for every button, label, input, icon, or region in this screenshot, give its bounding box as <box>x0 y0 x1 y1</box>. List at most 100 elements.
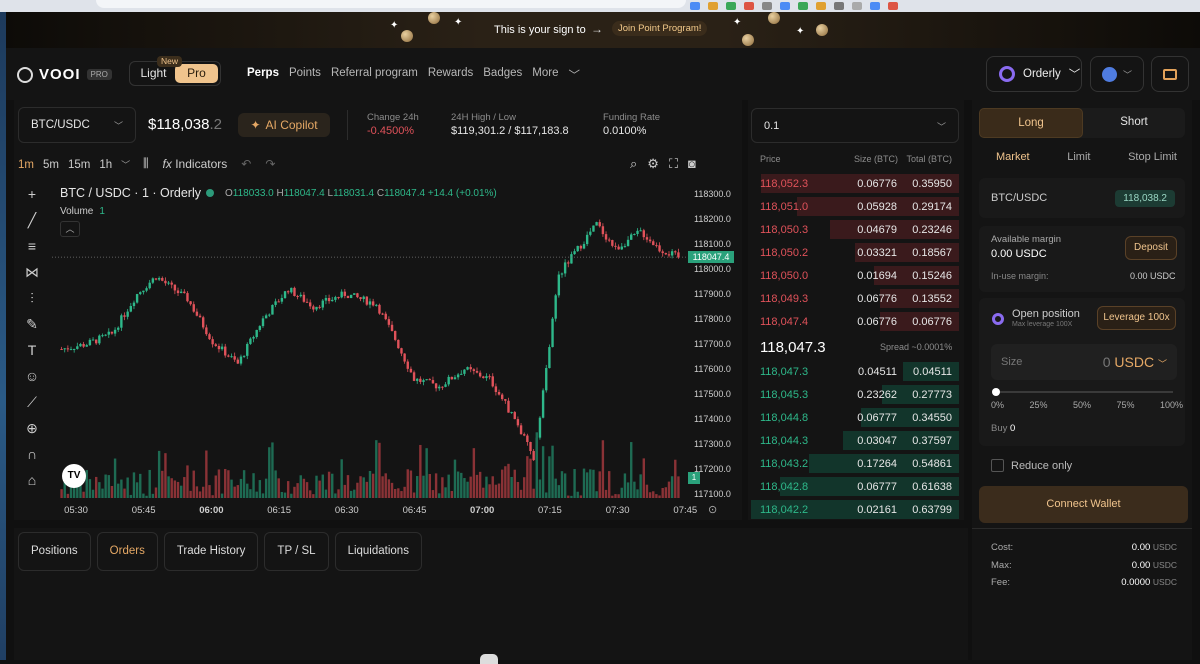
leverage-button[interactable]: Leverage 100x <box>1097 306 1176 330</box>
tab-market[interactable]: Market <box>996 151 1030 163</box>
logo[interactable]: VOOI PRO <box>17 66 112 83</box>
network-selector[interactable]: ﹀ <box>1090 56 1144 92</box>
ask-row[interactable]: 118,050.2 0.03321 0.18567 <box>751 243 959 262</box>
nav-badges[interactable]: Badges <box>483 67 522 83</box>
size-input[interactable]: Size 0 USDC ﹀ <box>991 344 1177 380</box>
tab-orders[interactable]: Orders <box>96 532 158 571</box>
crosshair-icon[interactable]: + <box>23 186 41 203</box>
bid-row[interactable]: 118,042.2 0.02161 0.63799 <box>751 500 959 519</box>
candle-body <box>280 298 284 302</box>
fullscreen-icon[interactable]: ⛶ <box>669 156 678 172</box>
pro-mode-button[interactable]: Pro <box>175 64 218 83</box>
short-tab[interactable]: Short <box>1083 108 1185 138</box>
account-selector[interactable]: Orderly ﹀ <box>986 56 1082 92</box>
size-slider[interactable] <box>995 391 1173 393</box>
chevron-down-icon[interactable]: ﹀ <box>121 158 130 171</box>
candle-body <box>384 313 387 320</box>
indicators-button[interactable]: fx Indicators <box>163 157 228 171</box>
pattern-icon[interactable]: ⋈ <box>23 264 41 281</box>
deposit-button[interactable]: Deposit <box>1125 236 1177 260</box>
redo-icon[interactable]: ↷ <box>265 157 275 171</box>
tradingview-logo[interactable]: TV <box>62 464 86 488</box>
volume-bar <box>645 484 649 498</box>
pair-selector[interactable]: BTC/USDC ﹀ <box>18 107 136 143</box>
ask-row[interactable]: 118,047.4 0.06776 0.06776 <box>751 312 959 331</box>
zoom-in-icon[interactable]: ⊕ <box>23 420 41 437</box>
pct-25[interactable]: 25% <box>1029 400 1047 410</box>
collapse-legend-button[interactable]: ︿ <box>60 221 80 237</box>
bid-row[interactable]: 118,045.3 0.23262 0.27773 <box>751 385 959 404</box>
bid-row[interactable]: 118,042.8 0.06777 0.61638 <box>751 477 959 496</box>
promo-banner[interactable]: ✦ ✦ ✦ ✦ <box>6 12 1200 48</box>
candle-body <box>66 348 70 350</box>
tick-size-select[interactable]: 0.1 ﹀ <box>751 108 959 143</box>
volume-bar <box>648 492 652 498</box>
pct-75[interactable]: 75% <box>1116 400 1134 410</box>
emoji-icon[interactable]: ☺ <box>23 368 41 385</box>
tf-15m[interactable]: 15m <box>68 159 90 171</box>
tab-positions[interactable]: Positions <box>18 532 91 571</box>
bid-row[interactable]: 118,044.3 0.03047 0.37597 <box>751 431 959 450</box>
volume-bar <box>365 481 369 498</box>
bid-row[interactable]: 118,047.3 0.04511 0.04511 <box>751 362 959 381</box>
projection-icon[interactable]: ⫶ <box>23 290 41 307</box>
bid-row[interactable]: 118,044.8 0.06777 0.34550 <box>751 408 959 427</box>
tf-5m[interactable]: 5m <box>43 159 59 171</box>
nav-rewards[interactable]: Rewards <box>428 67 473 83</box>
ask-row[interactable]: 118,050.0 0.01694 0.15246 <box>751 266 959 285</box>
ask-row[interactable]: 118,050.3 0.04679 0.23246 <box>751 220 959 239</box>
tab-limit[interactable]: Limit <box>1067 151 1090 163</box>
connect-wallet-button[interactable]: Connect Wallet <box>979 486 1188 523</box>
ask-row[interactable]: 118,051.0 0.05928 0.29174 <box>751 197 959 216</box>
nav-perps[interactable]: Perps <box>247 67 279 83</box>
ask-total: 0.29174 <box>912 200 952 213</box>
reduce-only[interactable]: Reduce only <box>991 459 1072 472</box>
volume-bar <box>104 474 107 498</box>
search-icon[interactable]: ⌕ <box>630 156 637 172</box>
slider-handle[interactable] <box>992 388 1000 396</box>
brush-icon[interactable]: ✎ <box>23 316 41 333</box>
promo-text: This is your sign to <box>494 24 586 36</box>
ask-size: 0.06776 <box>857 292 897 305</box>
text-icon[interactable]: T <box>23 342 41 359</box>
tab-tp-sl[interactable]: TP / SL <box>264 532 329 571</box>
gear-icon[interactable]: ⚙ <box>647 156 659 172</box>
ruler-icon[interactable]: ⟋ <box>23 394 41 411</box>
address-bar[interactable] <box>96 0 686 8</box>
fib-icon[interactable]: ≡ <box>23 238 41 255</box>
tf-1m[interactable]: 1m <box>18 159 34 171</box>
undo-icon[interactable]: ↶ <box>241 157 251 171</box>
candle-body <box>145 288 148 291</box>
pct-50[interactable]: 50% <box>1073 400 1091 410</box>
chevron-down-icon: ﹀ <box>1157 359 1167 369</box>
magnet-icon[interactable]: ∩ <box>23 446 41 463</box>
ai-copilot-button[interactable]: ✦ AI Copilot <box>238 113 330 137</box>
candles-icon[interactable]: ⫼ <box>143 156 149 171</box>
nav-more[interactable]: More <box>532 67 558 83</box>
reduce-only-checkbox[interactable] <box>991 459 1004 472</box>
pct-100[interactable]: 100% <box>1160 400 1183 410</box>
volume-bar <box>359 476 362 498</box>
wallet-button[interactable] <box>1151 56 1189 92</box>
volume-bar <box>286 481 290 498</box>
ask-row[interactable]: 118,049.3 0.06776 0.13552 <box>751 289 959 308</box>
nav-points[interactable]: Points <box>289 67 321 83</box>
trendline-icon[interactable]: ╱ <box>23 212 41 229</box>
tf-1h[interactable]: 1h <box>99 159 112 171</box>
tab-stop-limit[interactable]: Stop Limit <box>1128 151 1177 163</box>
long-tab[interactable]: Long <box>979 108 1083 138</box>
chart-settings-icon[interactable]: ⊙ <box>708 504 717 516</box>
candlestick-chart[interactable]: 118300.0 118200.0 118100.0 118000.0 117900.0… <box>52 186 742 520</box>
camera-icon[interactable]: ◙ <box>688 156 696 172</box>
tab-liquidations[interactable]: Liquidations <box>334 532 422 571</box>
ask-row[interactable]: 118,052.3 0.06776 0.35950 <box>751 174 959 193</box>
pct-0[interactable]: 0% <box>991 400 1004 410</box>
join-program-button[interactable]: Join Point Program! <box>612 21 708 36</box>
lock-icon[interactable]: ⌂ <box>23 472 41 489</box>
y-tick-label: 117900.0 <box>694 289 731 299</box>
side-toggle: Long Short <box>979 108 1185 138</box>
tab-trade-history[interactable]: Trade History <box>163 532 259 571</box>
bid-row[interactable]: 118,043.2 0.17264 0.54861 <box>751 454 959 473</box>
nav-referral[interactable]: Referral program <box>331 67 418 83</box>
chart-actions: ⌕ ⚙ ⛶ ◙ <box>630 156 696 172</box>
